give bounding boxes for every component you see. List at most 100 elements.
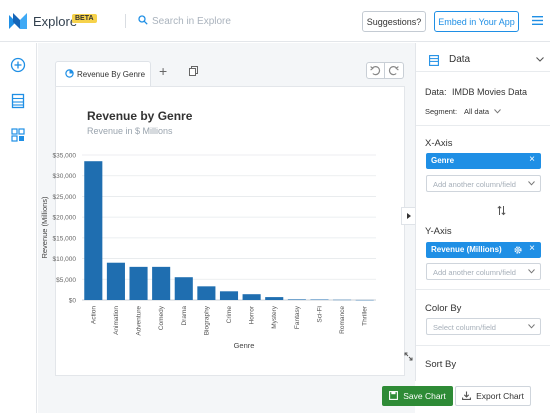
bar-biography (197, 286, 216, 300)
collapse-panel-button[interactable] (401, 207, 415, 225)
y-axis-chip-revenue[interactable]: Revenue (Millions) × (426, 242, 541, 258)
y-tick-label: $15,000 (53, 235, 77, 242)
x-tick-label: Adventure (136, 306, 143, 336)
x-tick-label: Thriller (362, 305, 369, 326)
search-input[interactable] (152, 11, 302, 31)
tab-revenue-by-genre[interactable]: Revenue By Genre (55, 61, 151, 87)
x-axis-chip-label: Genre (431, 156, 455, 165)
save-chart-label: Save Chart (403, 391, 446, 401)
x-tick-label: Drama (181, 306, 188, 326)
bar-horror (242, 294, 261, 300)
export-chart-button[interactable]: Export Chart (455, 386, 531, 406)
hamburger-menu-icon[interactable] (532, 16, 543, 25)
caret-right-icon (407, 213, 411, 219)
y-axis-add-placeholder: Add another column/field (433, 268, 516, 277)
data-section-label: Data (449, 54, 471, 65)
y-tick-label: $5,000 (56, 277, 76, 284)
chevron-down-icon (536, 57, 544, 62)
duplicate-tab-icon[interactable] (189, 66, 198, 76)
y-tick-label: $20,000 (53, 215, 77, 222)
undo-icon (370, 66, 381, 76)
chevron-down-icon (528, 324, 535, 329)
bar-drama (174, 277, 193, 300)
y-tick-label: $30,000 (53, 173, 77, 180)
redo-button[interactable] (385, 62, 404, 79)
x-axis-label: X-Axis (425, 138, 453, 149)
save-icon (389, 391, 399, 400)
y-tick-label: $25,000 (53, 194, 77, 201)
y-axis-settings-gear-icon[interactable] (513, 245, 523, 255)
datasets-icon[interactable] (10, 93, 26, 109)
bar-comedy (152, 266, 171, 300)
x-tick-label: Romance (339, 306, 346, 334)
chart-subtitle: Revenue in $ Millions (87, 126, 173, 136)
panel-divider (416, 289, 550, 290)
app-name: Explore (33, 14, 78, 29)
y-tick-label: $35,000 (53, 153, 77, 160)
x-tick-label: Horror (249, 305, 256, 324)
suggestions-button[interactable]: Suggestions? (362, 11, 426, 32)
chevron-down-icon (528, 181, 535, 186)
data-table-icon (429, 55, 439, 66)
x-axis-title: Genre (234, 341, 255, 350)
panel-divider (416, 345, 550, 346)
y-tick-label: $0 (69, 298, 77, 305)
tab-label: Revenue By Genre (77, 70, 146, 79)
y-axis-label: Y-Axis (425, 226, 452, 237)
explore-logo-icon (9, 13, 27, 29)
segment-prefix: Segment: (425, 107, 458, 116)
bar-fantasy (287, 299, 306, 300)
bar-adventure (129, 266, 148, 300)
x-axis-chip-genre[interactable]: Genre × (426, 153, 541, 169)
chart-tab-icon (65, 69, 74, 78)
y-tick-label: $10,000 (53, 256, 77, 263)
top-bar: Explore BETA Suggestions? Embed in Your … (0, 0, 550, 42)
x-axis-add-field[interactable]: Add another column/field (426, 175, 541, 192)
search-icon (138, 15, 148, 25)
redo-icon (388, 66, 399, 76)
beta-badge: BETA (72, 14, 97, 23)
y-axis-chip-label: Revenue (Millions) (431, 245, 502, 254)
embed-in-app-button[interactable]: Embed in Your App (434, 11, 519, 32)
y-axis-title: Revenue (Millions) (40, 196, 49, 259)
y-axis-add-field[interactable]: Add another column/field (426, 263, 541, 280)
save-chart-button[interactable]: Save Chart (382, 386, 453, 406)
add-tab-button[interactable]: + (159, 63, 167, 79)
bar-action (84, 161, 103, 300)
expand-chart-icon[interactable] (404, 352, 413, 361)
bar-crime (219, 291, 239, 300)
panel-divider (416, 125, 550, 126)
x-tick-label: Mystery (271, 305, 278, 329)
x-axis-add-placeholder: Add another column/field (433, 180, 516, 189)
x-tick-label: Fantasy (294, 305, 301, 329)
revenue-bar-chart: $0 $5,000 $10,000 $15,000 $20,000 $25,000 $30,… (40, 153, 376, 350)
x-tick-label: Comedy (158, 305, 165, 330)
remove-x-axis-icon[interactable]: × (529, 154, 535, 165)
sort-by-label: Sort By (425, 359, 457, 370)
color-by-label: Color By (425, 303, 462, 314)
dashboards-icon[interactable] (10, 127, 26, 143)
color-by-select[interactable]: Select column/field (426, 318, 541, 335)
data-section-header[interactable]: Data (416, 48, 550, 72)
segment-chevron-icon[interactable] (494, 109, 501, 114)
export-download-icon (462, 391, 472, 400)
header-divider (125, 14, 126, 28)
undo-button[interactable] (366, 62, 385, 79)
segment-value[interactable]: All data (464, 107, 489, 116)
remove-y-axis-icon[interactable]: × (529, 243, 535, 254)
bar-mystery (265, 297, 284, 300)
add-circle-icon[interactable] (10, 57, 26, 73)
chart-title: Revenue by Genre (87, 109, 193, 123)
color-by-placeholder: Select column/field (433, 323, 496, 332)
export-chart-label: Export Chart (476, 391, 524, 401)
x-tick-label: Biography (203, 305, 210, 335)
x-tick-label: Action (90, 306, 97, 324)
chevron-down-icon (528, 269, 535, 274)
x-tick-label: Crime (226, 306, 233, 324)
data-source-prefix: Data: (425, 87, 447, 97)
left-rail (0, 43, 37, 413)
data-source-value[interactable]: IMDB Movies Data (452, 87, 527, 97)
swap-axes-icon[interactable] (497, 205, 506, 216)
x-tick-label: Animation (113, 306, 120, 335)
x-tick-label: Sci-Fi (316, 306, 323, 323)
